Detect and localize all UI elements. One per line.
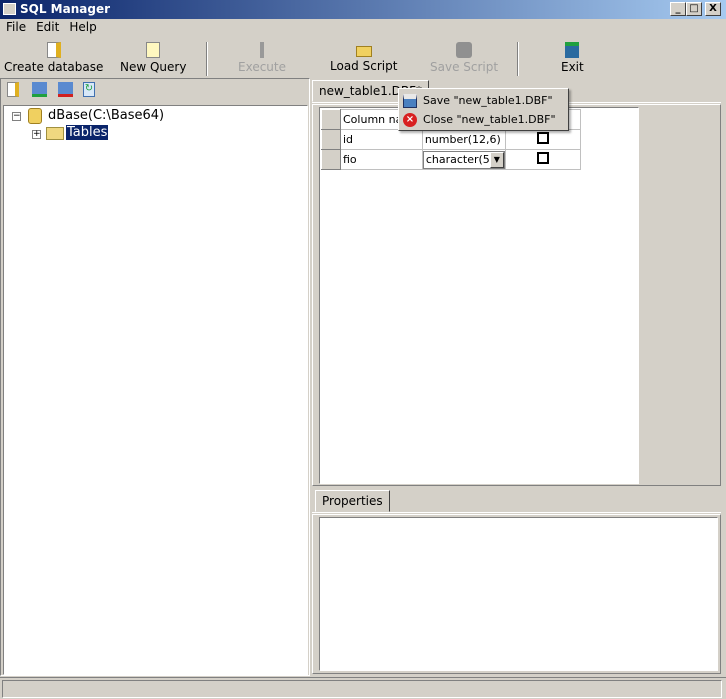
save-script-button[interactable]: Save Script [430, 40, 498, 78]
save-script-label: Save Script [430, 60, 499, 74]
tree-item-database[interactable]: dBase(C:\Base64) [48, 108, 164, 123]
checkbox[interactable] [536, 132, 549, 144]
tab-properties[interactable]: Properties [315, 490, 390, 512]
collapse-toggle[interactable]: − [12, 112, 21, 121]
tab-context-menu: Save "new_table1.DBF" × Close "new_table1… [398, 88, 569, 131]
load-script-label: Load Script [330, 59, 398, 73]
table-row[interactable]: fio character(5 ▼ [321, 149, 581, 170]
database-tree: − dBase(C:\Base64) + Tables [3, 105, 308, 675]
tree-item-tables[interactable]: Tables [64, 124, 110, 141]
exit-label: Exit [561, 60, 584, 74]
close-button[interactable]: X [705, 2, 721, 16]
database-panel: ↻ − dBase(C:\Base64) + Tables [0, 78, 310, 676]
create-database-button[interactable]: Create database [4, 40, 103, 78]
execute-label: Execute [238, 60, 286, 74]
properties-grid [319, 517, 718, 671]
type-dropdown[interactable]: character(5 ▼ [423, 150, 505, 169]
execute-icon [260, 42, 264, 58]
refresh-icon[interactable]: ↻ [83, 82, 95, 97]
new-query-icon [146, 42, 161, 58]
status-bar [0, 677, 726, 699]
type-cell[interactable]: number(12,6) [421, 129, 506, 150]
database-icon [28, 108, 42, 124]
properties-tabs: Properties [312, 489, 721, 513]
create-database-label: Create database [4, 60, 104, 74]
exit-icon [565, 42, 580, 58]
expand-toggle[interactable]: + [32, 130, 41, 139]
exit-button[interactable]: Exit [561, 40, 584, 78]
disconnect-icon[interactable] [58, 82, 73, 97]
status-panel [2, 680, 722, 698]
column-name-cell[interactable]: fio [340, 149, 423, 170]
close-icon: × [403, 112, 417, 127]
folder-open-icon [355, 46, 372, 57]
window-title: SQL Manager [20, 2, 110, 16]
save-icon [403, 93, 417, 108]
row-header[interactable] [321, 149, 341, 170]
chevron-down-icon[interactable]: ▼ [489, 151, 504, 168]
toolbar-separator [517, 42, 519, 76]
title-bar: SQL Manager _ □ X [0, 0, 726, 19]
save-script-icon [456, 42, 473, 58]
editor-panel: Column name id number(12,6) fio character(… [312, 104, 721, 486]
properties-panel [312, 514, 721, 674]
close-label: Close "new_table1.DBF" [423, 113, 556, 126]
connect-icon[interactable] [32, 82, 47, 97]
new-database-icon[interactable] [7, 82, 19, 97]
column-name-cell[interactable]: id [340, 129, 423, 150]
menu-bar: File Edit Help [0, 20, 101, 38]
new-query-button[interactable]: New Query [120, 40, 186, 78]
save-label: Save "new_table1.DBF" [423, 94, 553, 107]
type-value: character(5 [425, 153, 490, 166]
minimize-button[interactable]: _ [670, 2, 686, 16]
menu-edit[interactable]: Edit [36, 20, 59, 34]
load-script-button[interactable]: Load Script [330, 40, 397, 78]
menu-file[interactable]: File [6, 20, 26, 34]
menu-item-close[interactable]: × Close "new_table1.DBF" [403, 110, 556, 129]
row-header[interactable] [321, 129, 341, 150]
folder-icon [46, 127, 64, 140]
app-icon [3, 3, 16, 15]
toolbar-separator [206, 42, 208, 76]
maximize-button[interactable]: □ [686, 2, 702, 16]
columns-grid: Column name id number(12,6) fio character(… [319, 107, 639, 484]
table-row[interactable]: id number(12,6) [321, 129, 581, 150]
row-header [321, 109, 341, 130]
new-database-icon [46, 42, 61, 58]
new-query-label: New Query [120, 60, 187, 74]
menu-item-save[interactable]: Save "new_table1.DBF" [403, 91, 553, 110]
checkbox[interactable] [536, 152, 549, 164]
menu-help[interactable]: Help [69, 20, 96, 34]
execute-button[interactable]: Execute [238, 40, 286, 78]
